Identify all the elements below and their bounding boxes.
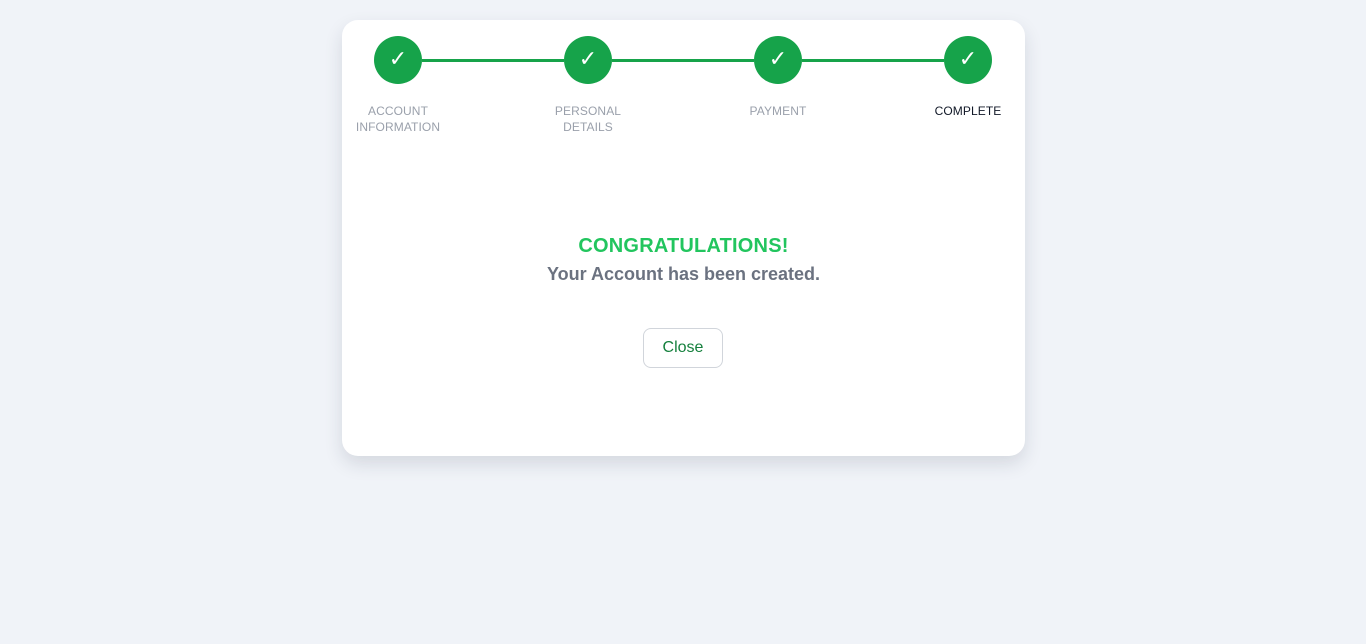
- checkmark-icon: ✓: [754, 36, 802, 84]
- step-label: PAYMENT: [749, 104, 807, 118]
- step-account-information[interactable]: ✓ ACCOUNT INFORMATION: [328, 36, 468, 135]
- success-message: CONGRATULATIONS! Your Account has been c…: [342, 232, 1025, 288]
- success-heading: CONGRATULATIONS!: [578, 235, 789, 257]
- close-button[interactable]: Close: [643, 328, 723, 368]
- step-personal-details[interactable]: ✓ PERSONAL DETAILS: [518, 36, 658, 135]
- success-subtitle: Your Account has been created.: [546, 264, 821, 284]
- step-label: COMPLETE: [934, 104, 1002, 118]
- checkmark-icon: ✓: [564, 36, 612, 84]
- step-label: PERSONAL DETAILS: [554, 104, 622, 134]
- progress-stepper: ✓ ACCOUNT INFORMATION ✓ PERSONAL DETAILS…: [342, 20, 1025, 160]
- checkmark-icon: ✓: [374, 36, 422, 84]
- step-payment[interactable]: ✓ PAYMENT: [708, 36, 848, 119]
- step-label: ACCOUNT INFORMATION: [355, 104, 441, 134]
- step-complete[interactable]: ✓ COMPLETE: [898, 36, 1038, 119]
- checkmark-icon: ✓: [944, 36, 992, 84]
- signup-complete-card: ✓ ACCOUNT INFORMATION ✓ PERSONAL DETAILS…: [342, 20, 1025, 456]
